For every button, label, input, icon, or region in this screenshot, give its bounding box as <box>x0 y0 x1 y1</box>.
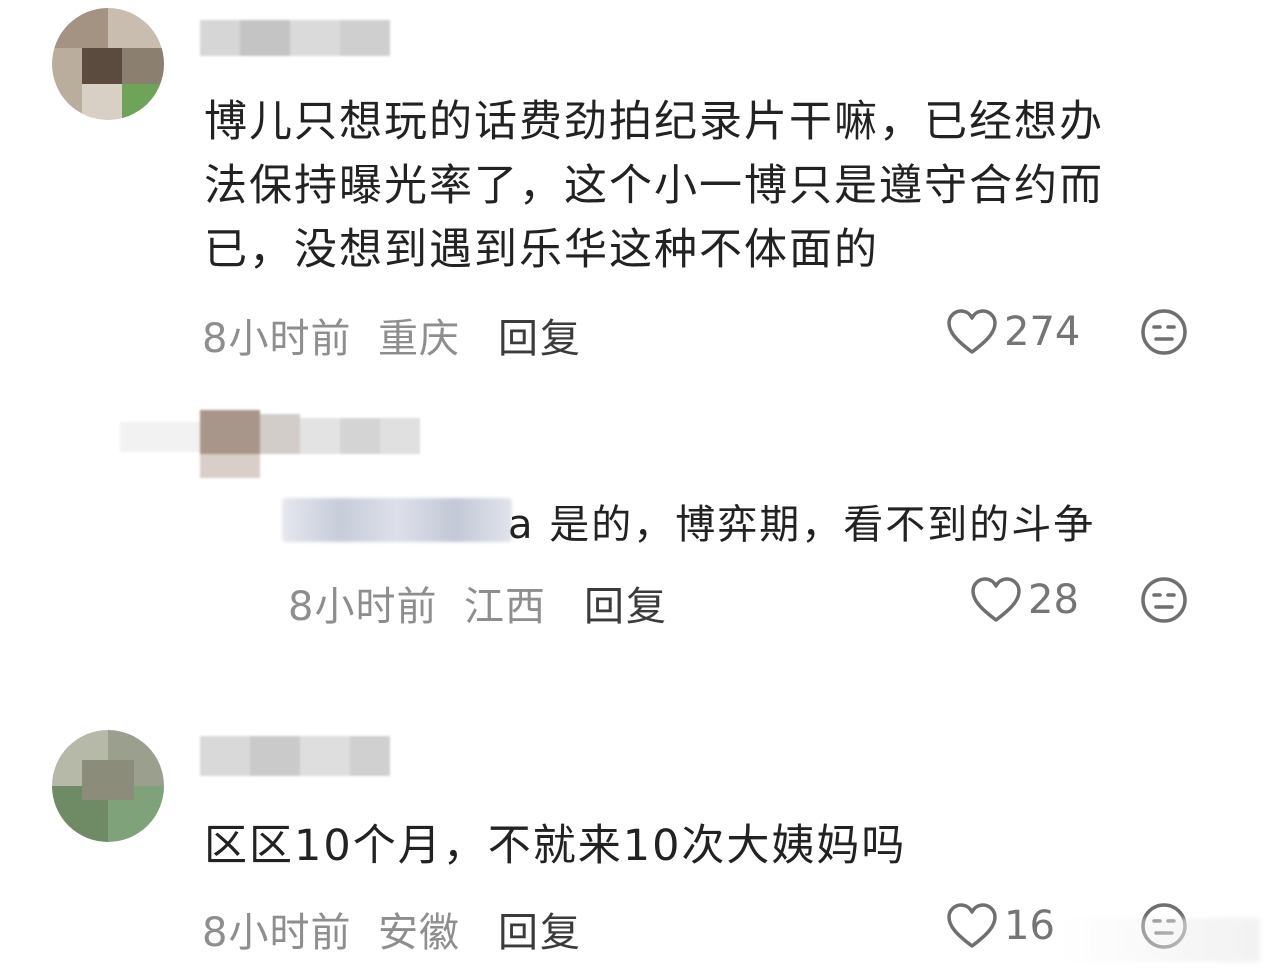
heart-outline-icon <box>947 903 997 948</box>
like-button[interactable]: 16 <box>946 900 1055 952</box>
reply-text: a 是的，博弈期，看不到的斗争 <box>508 502 1096 548</box>
comment-time: 8小时前 <box>288 584 438 630</box>
reply-button[interactable]: 回复 <box>498 900 582 958</box>
reply-button[interactable]: 回复 <box>498 306 582 364</box>
comment-text-line-2: 法保持曝光率了，这个小一博只是遵守合约而 <box>204 161 1104 211</box>
neutral-face-icon[interactable] <box>1140 308 1188 356</box>
comment-time: 8小时前 <box>202 910 352 956</box>
neutral-face-icon[interactable] <box>1140 576 1188 624</box>
reply-avatar-and-username-blurred[interactable] <box>120 404 460 484</box>
comment-text-line-3: 已，没想到遇到乐华这种不体面的 <box>204 225 879 275</box>
comment-location: 江西 <box>464 584 546 630</box>
watermark-blur <box>1060 918 1260 962</box>
comment-location: 安徽 <box>378 910 460 956</box>
like-button[interactable]: 274 <box>946 306 1080 358</box>
like-count: 28 <box>1028 577 1079 623</box>
avatar[interactable] <box>52 730 164 842</box>
like-count: 16 <box>1004 903 1055 949</box>
comment-time: 8小时前 <box>202 316 352 362</box>
comment-location: 重庆 <box>378 316 460 362</box>
mention-blurred[interactable] <box>282 498 512 542</box>
username-blurred[interactable] <box>200 14 400 64</box>
heart-outline-icon <box>947 309 997 354</box>
avatar[interactable] <box>52 8 164 120</box>
like-count: 274 <box>1004 309 1081 355</box>
username-blurred[interactable] <box>200 732 400 784</box>
heart-outline-icon <box>971 577 1021 622</box>
comment-text-line-1: 区区10个月，不就来10次大姨妈吗 <box>204 821 907 871</box>
like-button[interactable]: 28 <box>970 574 1079 626</box>
comment-text-line-1: 博儿只想玩的话费劲拍纪录片干嘛，已经想办 <box>204 97 1104 147</box>
reply-button[interactable]: 回复 <box>584 574 668 632</box>
